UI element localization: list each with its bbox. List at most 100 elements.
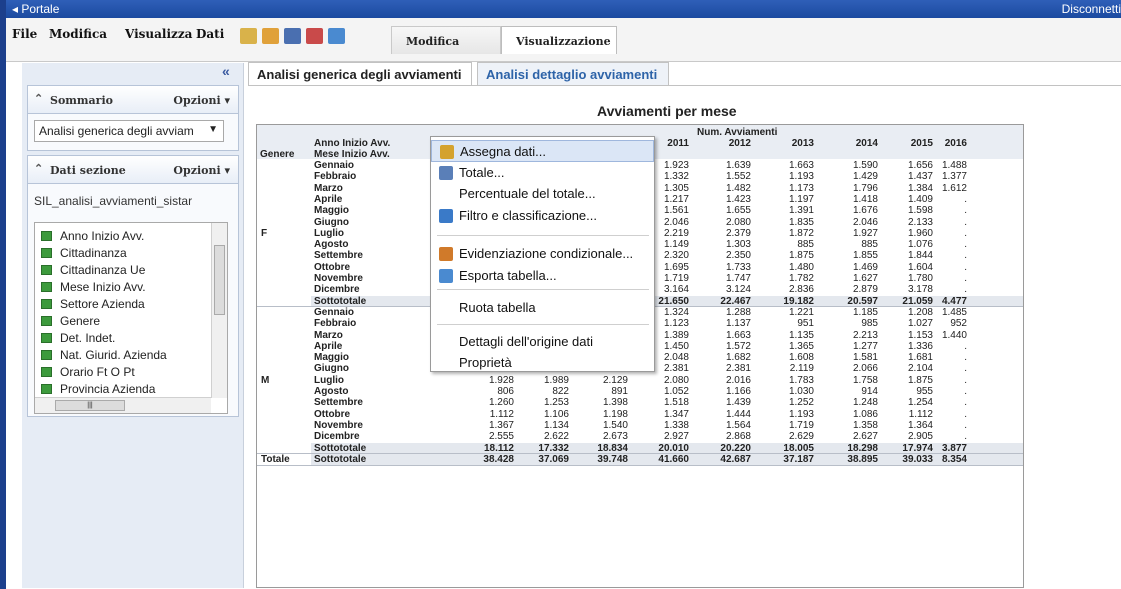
value-cell[interactable]: 1.676 (823, 205, 878, 216)
value-cell[interactable]: 17.332 (514, 443, 569, 454)
value-cell[interactable]: 1.106 (514, 409, 569, 420)
value-cell[interactable]: 2.836 (759, 284, 814, 295)
value-cell[interactable]: 1.875 (759, 250, 814, 261)
value-cell[interactable]: 1.663 (759, 160, 814, 171)
value-cell[interactable]: 39.748 (573, 454, 628, 465)
value-cell[interactable]: 37.187 (759, 454, 814, 465)
value-cell[interactable]: 1.552 (696, 171, 751, 182)
value-cell[interactable]: 1.198 (573, 409, 628, 420)
value-cell[interactable]: 1.260 (459, 397, 514, 408)
context-menu-item[interactable]: Dettagli dell'origine dati (431, 331, 654, 353)
field-item[interactable]: Nat. Giurid. Azienda (41, 348, 167, 364)
dati-sezione-options-button[interactable]: Opzioni ▾ (173, 164, 230, 177)
field-item[interactable]: Det. Indet. (41, 331, 115, 347)
value-cell[interactable]: 1.253 (514, 397, 569, 408)
value-cell[interactable]: 1.655 (696, 205, 751, 216)
value-cell[interactable]: 2.622 (514, 431, 569, 442)
value-cell[interactable]: 1.173 (759, 183, 814, 194)
value-cell[interactable]: 1.682 (696, 352, 751, 363)
value-cell[interactable]: 1.590 (823, 160, 878, 171)
value-cell[interactable]: 2.119 (759, 363, 814, 374)
value-cell[interactable]: 1.221 (759, 307, 814, 318)
value-cell[interactable]: 38.895 (823, 454, 878, 465)
value-cell[interactable]: 2.555 (459, 431, 514, 442)
value-cell[interactable]: 18.298 (823, 443, 878, 454)
value-cell[interactable]: 1.252 (759, 397, 814, 408)
context-menu-item[interactable]: Proprietà (431, 352, 654, 374)
context-menu-item[interactable]: Evidenziazione condizionale... (431, 243, 654, 265)
context-menu-item[interactable]: Filtro e classificazione... (431, 205, 654, 227)
value-cell[interactable]: 3.877 (912, 443, 967, 454)
value-cell[interactable]: . (912, 239, 967, 250)
value-cell[interactable]: 2.080 (696, 217, 751, 228)
value-cell[interactable]: 2.868 (696, 431, 751, 442)
dati-sezione-header[interactable]: ⌃ Dati sezione Opzioni ▾ (28, 156, 238, 184)
value-cell[interactable]: 1.377 (912, 171, 967, 182)
menu-modifica[interactable]: Modifica (49, 27, 107, 41)
value-cell[interactable]: 951 (759, 318, 814, 329)
value-cell[interactable]: 1.564 (696, 420, 751, 431)
value-cell[interactable]: 1.663 (696, 330, 751, 341)
value-cell[interactable]: 1.872 (759, 228, 814, 239)
value-cell[interactable]: 1.367 (459, 420, 514, 431)
value-cell[interactable]: 2.629 (759, 431, 814, 442)
value-cell[interactable]: . (912, 273, 967, 284)
fields-vertical-scrollbar[interactable] (211, 223, 227, 398)
value-cell[interactable]: 1.303 (696, 239, 751, 250)
value-cell[interactable]: 1.166 (696, 386, 751, 397)
value-cell[interactable]: 1.429 (823, 171, 878, 182)
value-cell[interactable]: 37.069 (514, 454, 569, 465)
report-select[interactable]: Analisi generica degli avviam ▼ (34, 120, 224, 142)
value-cell[interactable]: 1.485 (912, 307, 967, 318)
value-cell[interactable]: 1.747 (696, 273, 751, 284)
value-cell[interactable]: 914 (823, 386, 878, 397)
value-cell[interactable]: 1.581 (823, 352, 878, 363)
value-cell[interactable]: 2.379 (696, 228, 751, 239)
context-menu-item[interactable]: Totale... (431, 162, 654, 184)
menu-dati[interactable]: Dati (196, 27, 224, 41)
value-cell[interactable]: . (912, 420, 967, 431)
value-cell[interactable]: 1.627 (823, 273, 878, 284)
value-cell[interactable]: 2.213 (823, 330, 878, 341)
value-cell[interactable]: 20.010 (634, 443, 689, 454)
value-cell[interactable]: . (912, 262, 967, 273)
menu-file[interactable]: File (12, 27, 37, 41)
value-cell[interactable]: . (912, 341, 967, 352)
menu-visualizza[interactable]: Visualizza (125, 27, 192, 41)
value-cell[interactable]: 1.572 (696, 341, 751, 352)
value-cell[interactable]: . (912, 284, 967, 295)
value-cell[interactable]: 2.879 (823, 284, 878, 295)
value-cell[interactable]: . (912, 431, 967, 442)
value-cell[interactable]: . (912, 386, 967, 397)
value-cell[interactable]: 2.381 (696, 363, 751, 374)
value-cell[interactable]: 1.185 (823, 307, 878, 318)
value-cell[interactable]: 985 (823, 318, 878, 329)
field-item[interactable]: Provincia Azienda (41, 382, 155, 398)
value-cell[interactable]: 41.660 (634, 454, 689, 465)
value-cell[interactable]: 2.016 (696, 375, 751, 386)
value-cell[interactable]: 20.597 (823, 296, 878, 307)
value-cell[interactable]: . (912, 250, 967, 261)
print-icon[interactable] (306, 28, 323, 44)
value-cell[interactable]: 1.480 (759, 262, 814, 273)
value-cell[interactable]: 1.540 (573, 420, 628, 431)
value-cell[interactable]: . (912, 205, 967, 216)
value-cell[interactable]: 18.005 (759, 443, 814, 454)
value-cell[interactable]: . (912, 194, 967, 205)
value-cell[interactable]: 42.687 (696, 454, 751, 465)
field-item[interactable]: Genere (41, 314, 100, 330)
value-cell[interactable]: 1.518 (634, 397, 689, 408)
value-cell[interactable]: 1.052 (634, 386, 689, 397)
value-cell[interactable]: 1.347 (634, 409, 689, 420)
value-cell[interactable]: 1.835 (759, 217, 814, 228)
value-cell[interactable]: 1.719 (759, 420, 814, 431)
value-cell[interactable]: 806 (459, 386, 514, 397)
value-cell[interactable]: 1.391 (759, 205, 814, 216)
value-cell[interactable]: 1.482 (696, 183, 751, 194)
value-cell[interactable]: 1.733 (696, 262, 751, 273)
value-cell[interactable]: 2.080 (634, 375, 689, 386)
value-cell[interactable]: 1.418 (823, 194, 878, 205)
value-cell[interactable]: 885 (823, 239, 878, 250)
tab-modifica[interactable]: Modifica (391, 26, 501, 54)
context-menu-item[interactable]: Esporta tabella... (431, 265, 654, 287)
